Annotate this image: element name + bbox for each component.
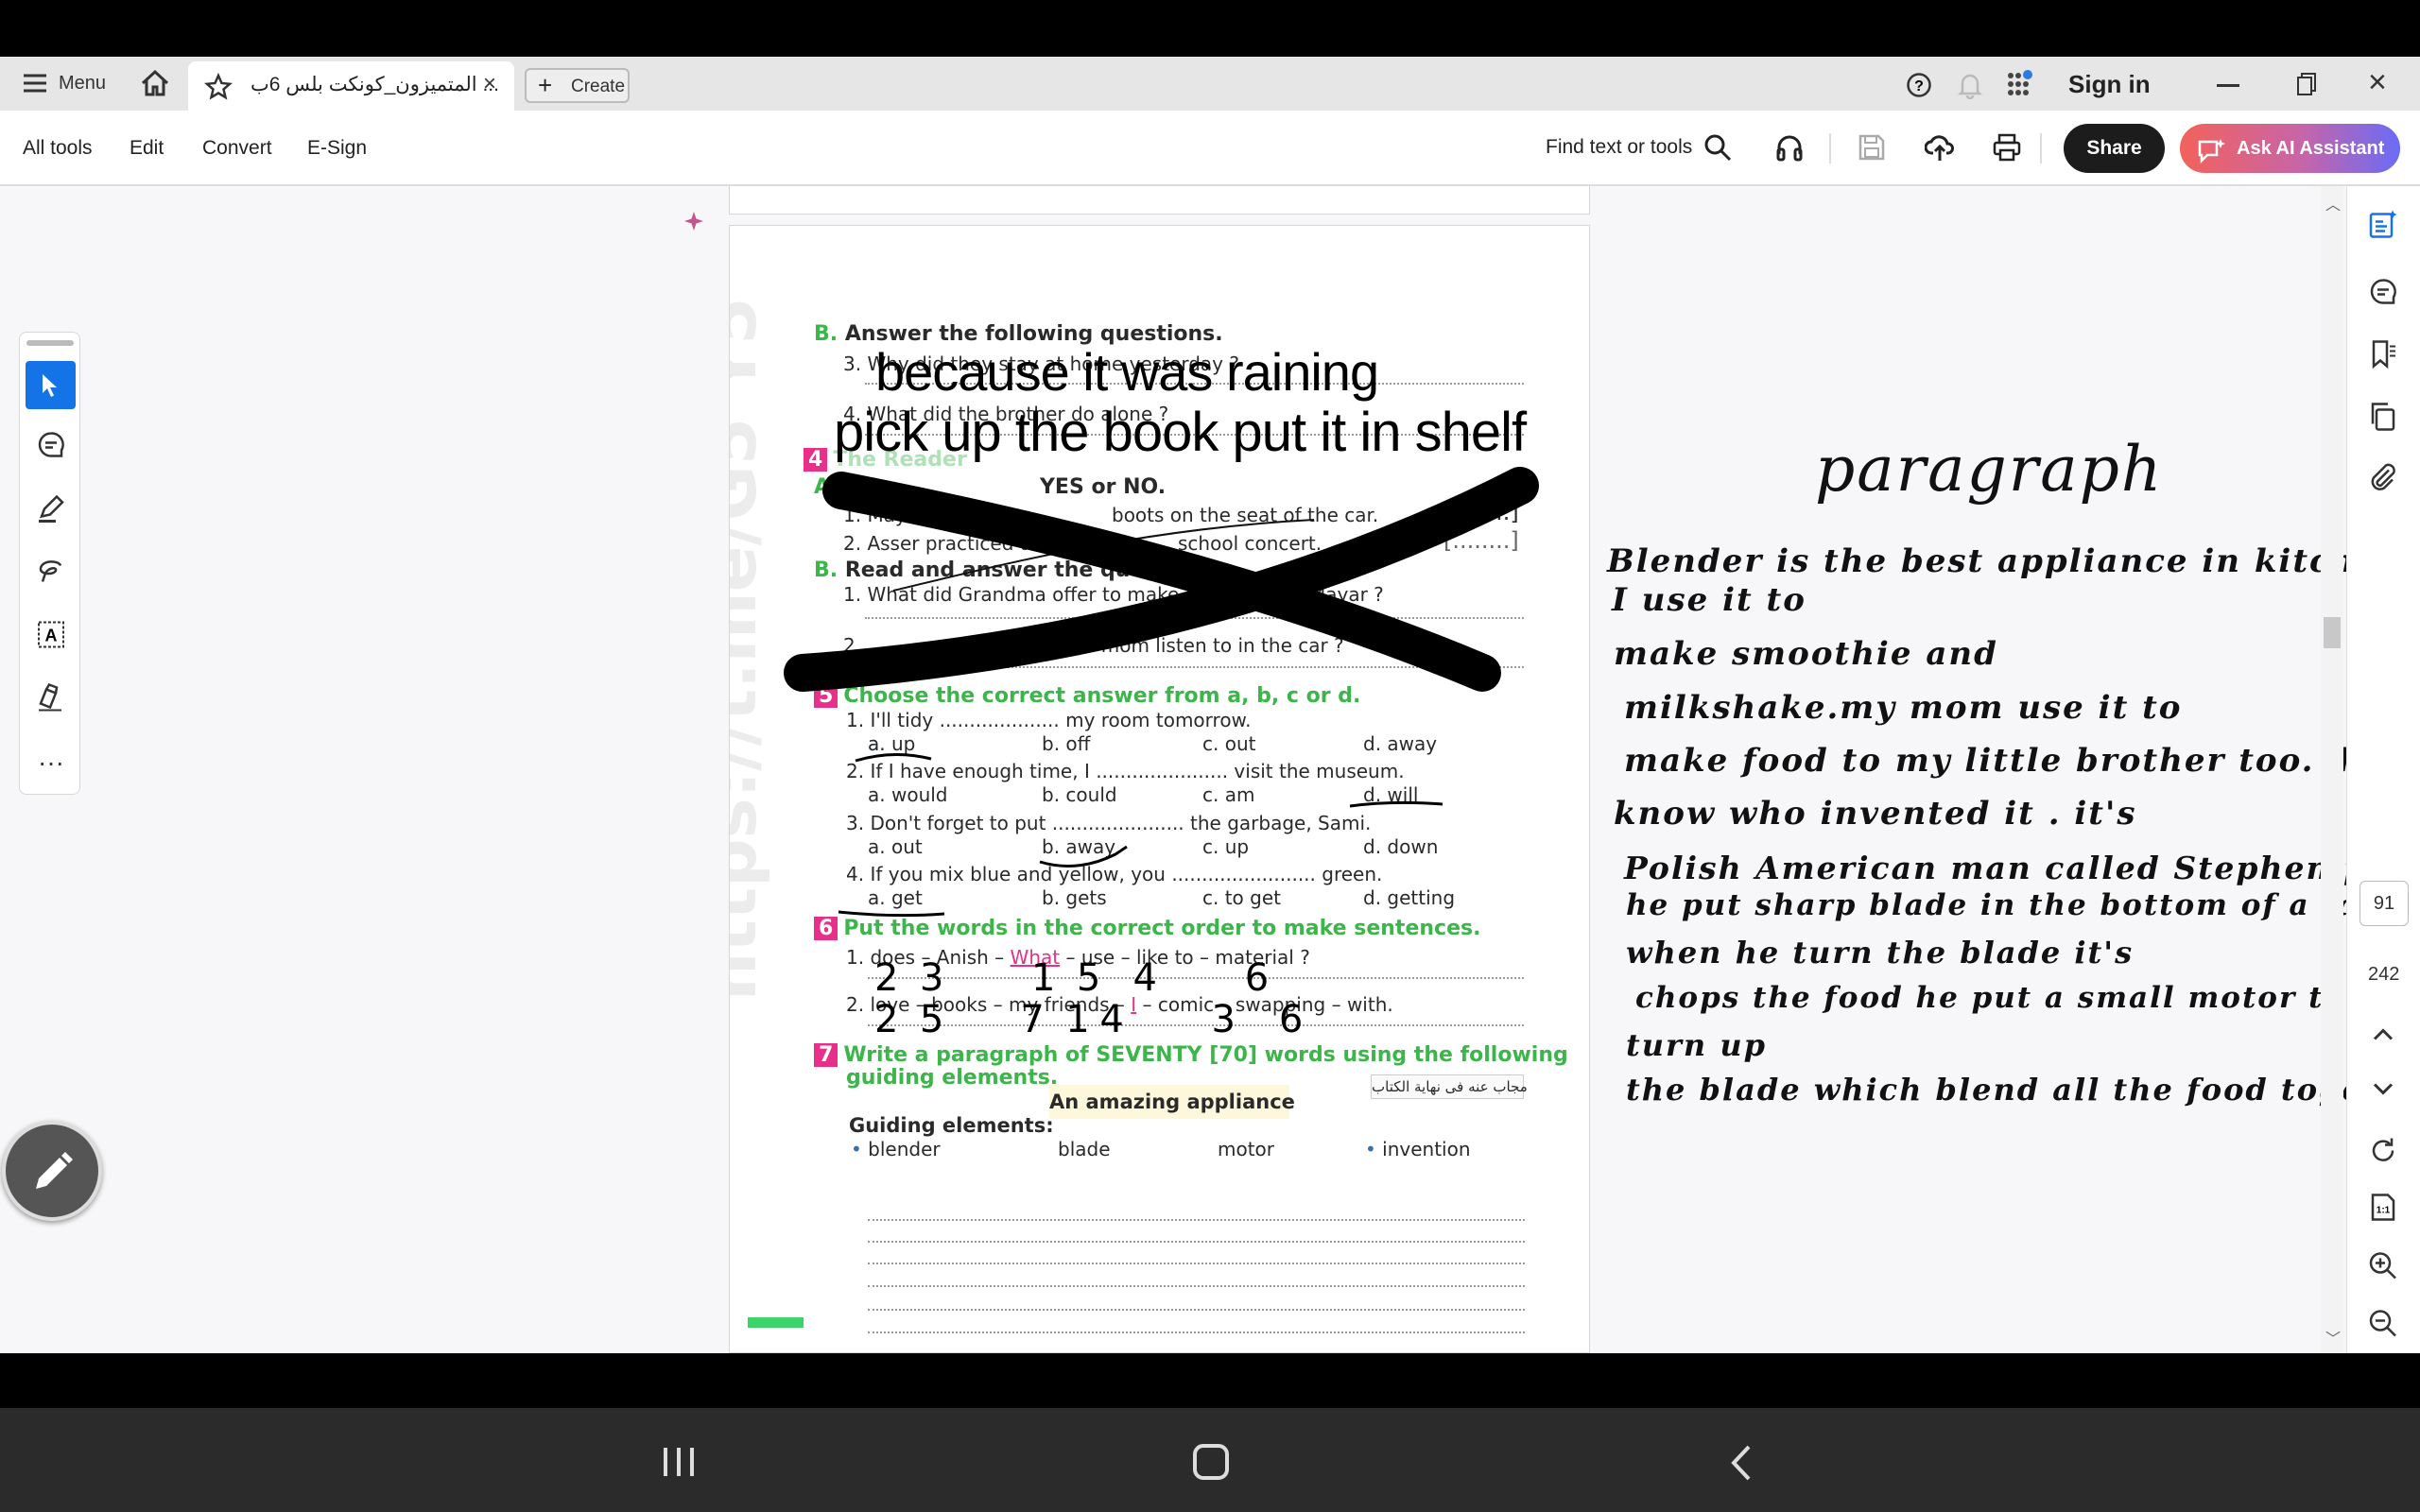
annotation-line: the blade which blend all the food toget… [1626, 1072, 2420, 1108]
handwritten-answer-4: pick up the book put it in shelf [834, 402, 1527, 463]
next-page-icon[interactable] [2372, 1082, 2394, 1102]
annotation-line: I use it to [1612, 581, 1806, 619]
fit-page-icon[interactable]: 1:1 [2368, 1193, 2398, 1228]
underline-will [1349, 800, 1443, 808]
underline-up [855, 753, 932, 763]
annotation-line: make smoothie and [1614, 635, 1998, 673]
comments-icon[interactable] [2368, 278, 2398, 313]
scroll-down-arrow[interactable]: ﹀ [2325, 1326, 2341, 1349]
annotation-title: paragraph [1815, 433, 2164, 506]
ai-summary-icon[interactable] [2368, 210, 2398, 245]
recent-apps-button[interactable] [662, 1446, 696, 1483]
underline-get [838, 910, 945, 918]
zoom-out-icon[interactable] [2368, 1309, 2398, 1344]
zoom-in-icon[interactable] [2368, 1251, 2398, 1286]
handwritten-order-1: 2 3 1 5 4 6 [874, 956, 1269, 1000]
annotation-line: Polish American man called Stephen popla… [1624, 850, 2420, 886]
bookmark-icon[interactable] [2368, 339, 2398, 374]
back-button[interactable] [1730, 1444, 1753, 1486]
home-button[interactable] [1193, 1444, 1229, 1480]
scroll-up-arrow[interactable]: ︿ [2325, 192, 2341, 215]
annotation-line: chops the food he put a small motor the … [1635, 981, 2420, 1015]
pages-icon[interactable] [2368, 402, 2398, 437]
annotation-line: Blender is the best appliance in kitchen [1607, 542, 2404, 580]
vertical-scrollbar[interactable]: ︿ ﹀ [2321, 186, 2343, 1353]
handwritten-order-2: 2 5 7 1 4 3 6 [874, 998, 1303, 1041]
refresh-icon[interactable] [2368, 1136, 2398, 1171]
underline-away [1039, 845, 1128, 868]
handwritten-answer-3: because it was raining [875, 342, 1379, 402]
svg-text:1:1: 1:1 [2377, 1206, 2391, 1216]
annotation-line: turn up [1626, 1027, 1767, 1063]
scrollbar-thumb[interactable] [2324, 617, 2341, 648]
attachment-icon[interactable] [2368, 463, 2398, 498]
system-navigation-bar [0, 1408, 2420, 1512]
page-number-input[interactable]: 91 [2360, 881, 2409, 926]
annotation-line: when he turn the blade it's [1626, 935, 2135, 971]
annotation-line: milkshake.my mom use it to [1624, 689, 2183, 727]
total-pages: 242 [2368, 964, 2400, 985]
annotation-line: know who invented it . it's [1614, 795, 2137, 833]
previous-page-icon[interactable] [2372, 1027, 2394, 1047]
annotation-line: make food to my little brother too. did … [1624, 742, 2420, 780]
annotation-line: he put sharp blade in the bottom of a ta… [1626, 888, 2420, 922]
